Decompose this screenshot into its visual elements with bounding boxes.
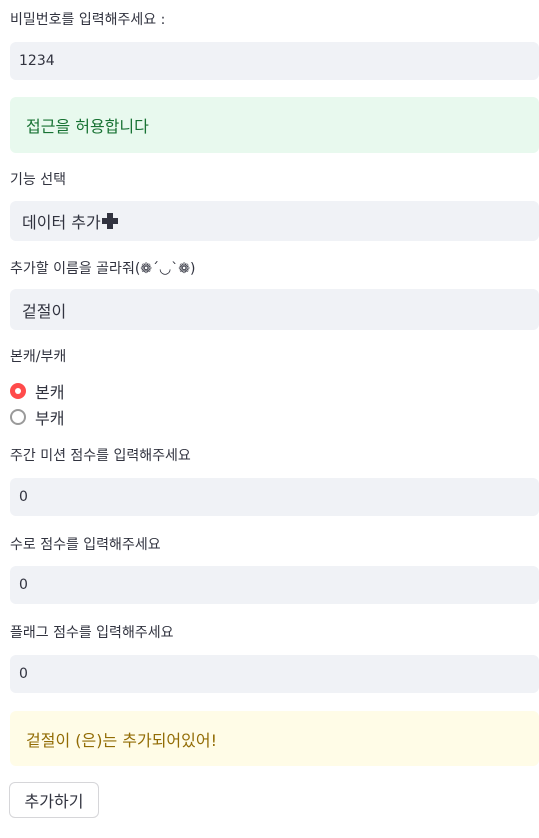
waterway-score-label: 수로 점수를 입력해주세요: [10, 537, 161, 553]
password-input[interactable]: 1234: [10, 42, 539, 80]
access-granted-alert: 접근을 허용합니다: [10, 97, 539, 153]
flag-score-label: 플래그 점수를 입력해주세요: [10, 625, 174, 641]
function-select-value: 데이터 추가: [22, 213, 101, 232]
add-button[interactable]: 추가하기: [9, 782, 99, 818]
password-value: 1234: [19, 53, 55, 69]
function-select-label: 기능 선택: [10, 172, 66, 188]
radio-checked-icon[interactable]: [10, 383, 26, 399]
radio-option-sub[interactable]: 부캐: [10, 406, 64, 428]
password-label: 비밀번호를 입력해주세요 :: [10, 12, 166, 28]
already-added-alert: 겉절이 (은)는 추가되어있어!: [10, 711, 539, 766]
weekly-score-value: 0: [19, 489, 28, 505]
function-select[interactable]: 데이터 추가: [10, 201, 539, 241]
access-granted-text: 접근을 허용합니다: [26, 117, 149, 136]
radio-option-main[interactable]: 본캐: [10, 380, 64, 402]
plus-icon: [101, 213, 118, 229]
name-select-label: 추가할 이름을 골라줘(❁´◡`❁): [10, 261, 196, 277]
waterway-score-value: 0: [19, 577, 28, 593]
account-type-label: 본캐/부캐: [10, 349, 67, 365]
name-select[interactable]: 겉절이: [10, 289, 539, 330]
radio-unchecked-icon[interactable]: [10, 409, 26, 425]
weekly-score-input[interactable]: 0: [10, 478, 539, 516]
already-added-text: 겉절이 (은)는 추가되어있어!: [26, 730, 217, 750]
name-select-value: 겉절이: [22, 301, 67, 321]
flag-score-input[interactable]: 0: [10, 655, 539, 693]
radio-option-sub-label: 부캐: [35, 409, 65, 428]
weekly-score-label: 주간 미션 점수를 입력해주세요: [10, 448, 191, 464]
flag-score-value: 0: [19, 666, 28, 682]
radio-option-main-label: 본캐: [35, 383, 65, 402]
waterway-score-input[interactable]: 0: [10, 566, 539, 604]
